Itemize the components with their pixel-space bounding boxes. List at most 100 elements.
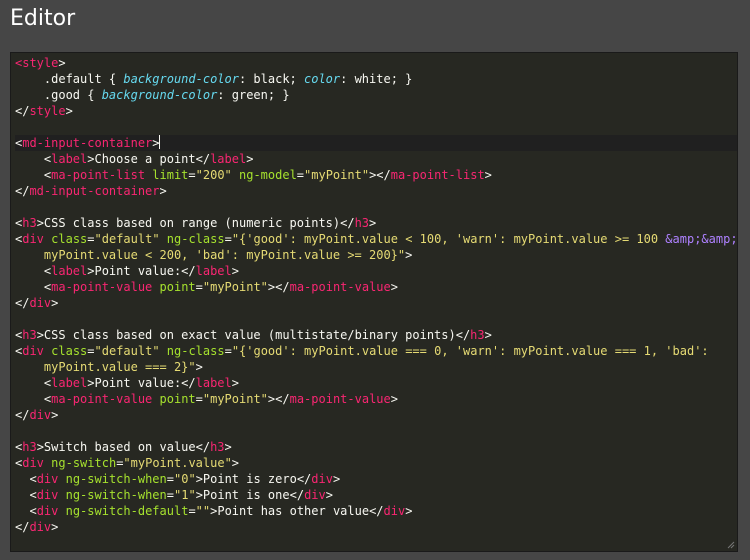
text-token: < [15,264,52,278]
tag-token: div [311,472,333,486]
text-token: </ [15,520,30,534]
tag-token: label [51,376,88,390]
attribute-token: ng-switch-when [65,472,167,486]
code-line[interactable]: <md-input-container> [15,135,737,151]
code-line[interactable]: <ma-point-list limit="200" ng-model="myP… [15,167,737,183]
text-token: = [224,344,232,358]
text-token: > [51,408,59,422]
tag-token: label [195,376,232,390]
code-line[interactable]: <h3>CSS class based on exact value (mult… [15,327,737,343]
attribute-token: ng-model [239,168,297,182]
tag-token: h3 [210,440,225,454]
text-token: .good { [15,88,102,102]
resize-grip-icon[interactable] [727,541,735,549]
code-line[interactable]: <ma-point-value point="myPoint"></ma-poi… [15,279,737,295]
code-line[interactable]: <label>Choose a point</label> [15,151,737,167]
code-line[interactable]: <div ng-switch="myPoint.value"> [15,455,737,471]
text-token: < [15,376,52,390]
text-token: = [224,232,232,246]
code-line[interactable]: <style> [15,55,737,71]
tag-token: md-input-container [22,136,153,150]
code-line[interactable]: myPoint.value < 200, 'bad': myPoint.valu… [15,247,737,263]
string-token: "myPoint" [304,168,370,182]
tag-token: ma-point-value [51,392,153,406]
text-token: = [195,280,203,294]
text-token: >Point is one</ [195,488,305,502]
tag-token: md-input-container [29,184,160,198]
attribute-token: ng-class [166,344,225,358]
text-token: > [369,216,377,230]
code-line[interactable]: <div class="default" ng-class="{'good': … [15,343,737,359]
text-token: ></ [267,280,290,294]
code-line[interactable]: <ma-point-value point="myPoint"></ma-poi… [15,391,737,407]
code-line[interactable]: <h3>CSS class based on range (numeric po… [15,215,737,231]
tag-token: h3 [470,328,485,342]
text-token: : black; [238,72,304,86]
text-token: = [87,232,95,246]
code-line[interactable]: myPoint.value === 2}"> [15,359,737,375]
code-line[interactable]: </div> [15,295,737,311]
code-line[interactable] [15,311,737,327]
string-token: myPoint.value === 2}" [15,360,196,374]
editor-title: Editor [10,6,76,31]
code-line[interactable]: <label>Point value:</label> [15,263,737,279]
code-line[interactable]: <h3>Switch based on value</h3> [15,439,737,455]
text-token: > [58,56,66,70]
text-token: ></ [267,392,290,406]
text-token: < [15,168,52,182]
text-token: </ [15,104,30,118]
text-token: > [405,248,413,262]
tag-token: label [51,152,88,166]
code-line[interactable] [15,119,737,135]
attribute-token: ng-switch-when [65,488,167,502]
text-token: </ [15,296,30,310]
text-cursor [158,135,160,149]
code-line[interactable]: <label>Point value:</label> [15,375,737,391]
attribute-token: point [159,280,196,294]
text-token: = [87,344,95,358]
code-line[interactable]: </div> [15,407,737,423]
text-token: > [390,392,398,406]
property-token: background-color [101,88,218,102]
string-token: "myPoint.value" [123,456,232,470]
text-token: >CSS class based on exact value (multist… [36,328,471,342]
text-token: >CSS class based on range (numeric point… [36,216,355,230]
code-line[interactable]: .good { background-color: green; } [15,87,737,103]
code-line[interactable]: </style> [15,103,737,119]
code-line[interactable]: </div> [15,519,737,535]
code-content[interactable]: <style> .default { background-color: bla… [15,55,737,535]
tag-token: ma-point-value [289,280,391,294]
text-token: < [15,504,37,518]
code-editor[interactable]: <style> .default { background-color: bla… [10,52,738,552]
text-token: </ [15,408,30,422]
code-line[interactable]: <div class="default" ng-class="{'good': … [15,231,737,247]
text-token: = [166,488,174,502]
tag-token: div [383,504,406,518]
tag-token: div [29,408,52,422]
tag-token: div [29,296,52,310]
property-token: background-color [123,72,239,86]
code-line[interactable]: <div ng-switch-when="1">Point is one</di… [15,487,737,503]
text-token: > [51,520,59,534]
text-token: < [15,488,37,502]
code-line[interactable]: </md-input-container> [15,183,737,199]
code-line[interactable]: .default { background-color: black; colo… [15,71,737,87]
tag-token: label [210,152,247,166]
text-token: .default { [15,72,124,86]
code-line[interactable] [15,199,737,215]
text-token: > [224,440,232,454]
code-line[interactable] [15,423,737,439]
tag-token: ma-point-list [51,168,146,182]
string-token: "0" [174,472,196,486]
tag-token: label [51,264,88,278]
code-line[interactable]: <div ng-switch-when="0">Point is zero</d… [15,471,737,487]
text-token: > [484,328,492,342]
tag-token: div [22,456,44,470]
code-line[interactable]: <div ng-switch-default="">Point has othe… [15,503,737,519]
text-token: < [15,152,52,166]
